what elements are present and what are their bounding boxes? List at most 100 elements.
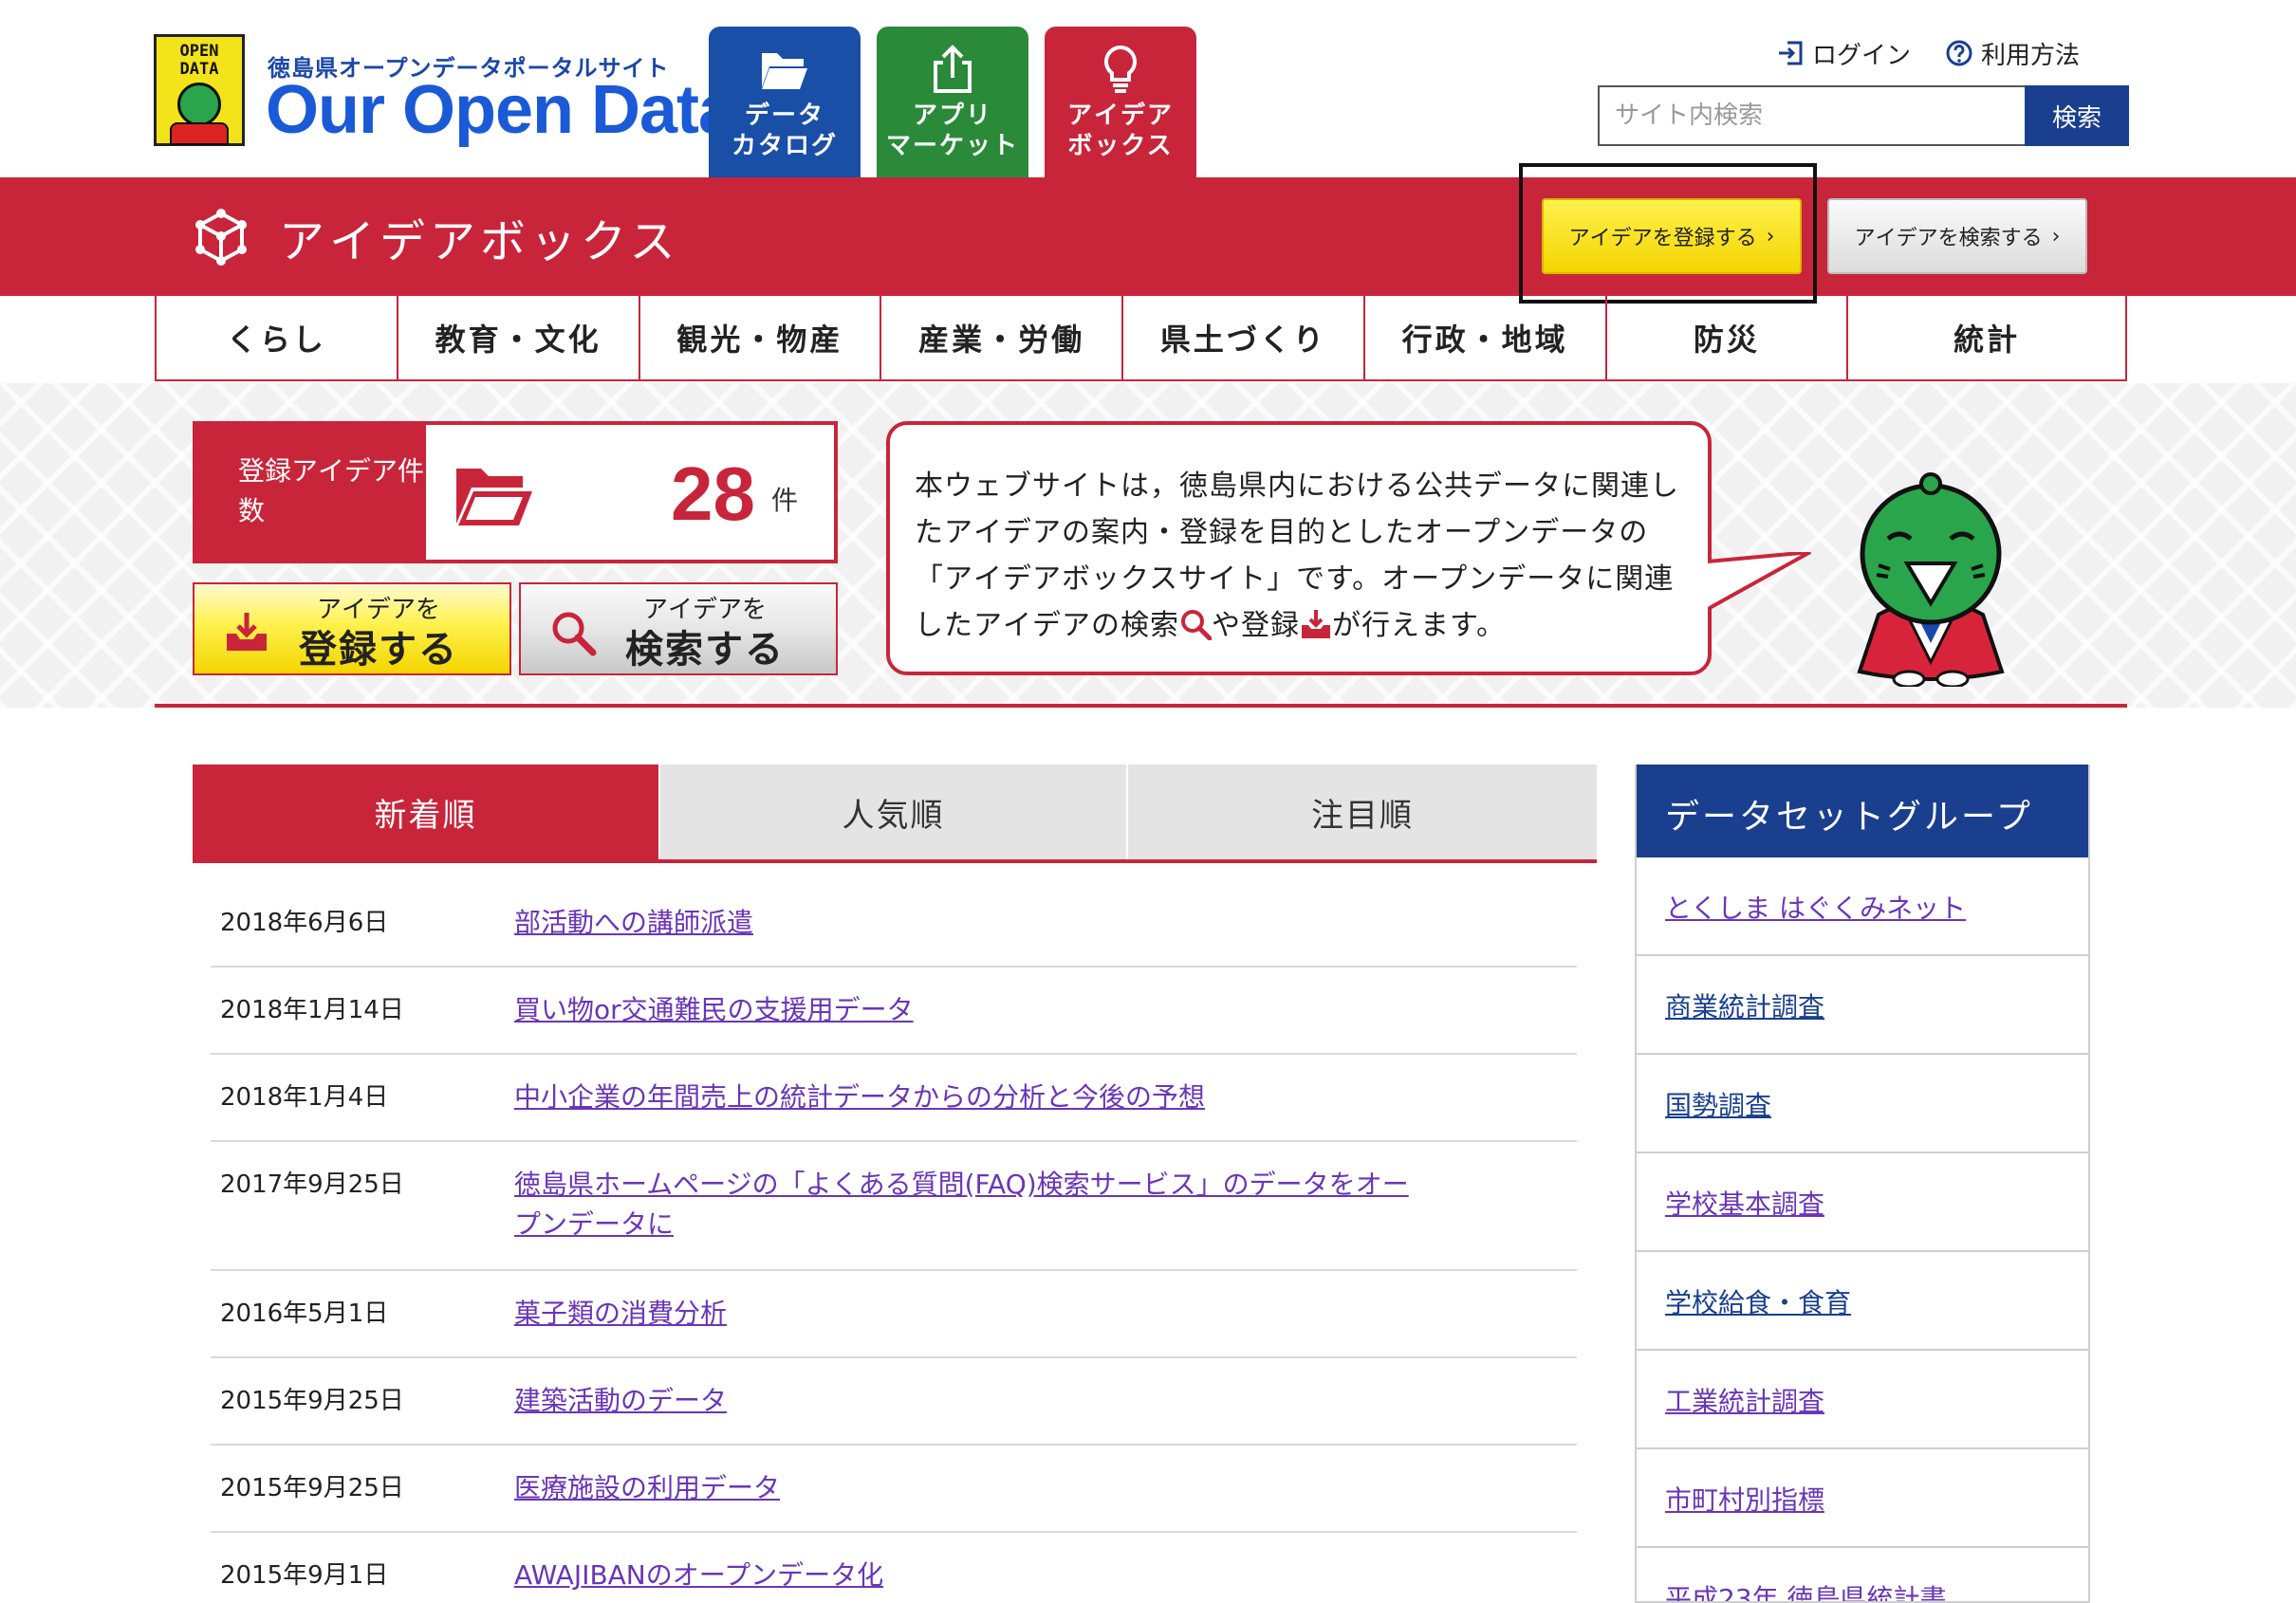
list-item: 2017年9月25日 徳島県ホームページの「よくある質問(FAQ)検索サービス」… [211, 1142, 1577, 1271]
item-link[interactable]: 建築活動のデータ [514, 1381, 1463, 1421]
site-search: 検索 [1598, 85, 2129, 146]
sidebar-item[interactable]: 商業統計調査 [1637, 956, 2088, 1055]
mascot-icon [177, 83, 221, 126]
item-link[interactable]: AWAJIBANのオープンデータ化 [514, 1556, 1463, 1595]
site-logo[interactable]: OPEN DATA 徳島県オープンデータポータルサイト Our Open Dat… [154, 34, 736, 152]
speech-bubble-tail [1708, 552, 1811, 611]
tab-newest[interactable]: 新着順 [193, 765, 660, 859]
category-tourism[interactable]: 観光・物産 [640, 296, 882, 379]
list-item: 2015年9月25日 建築活動のデータ [211, 1358, 1577, 1446]
search-idea-button[interactable]: アイデアを検索する › [1827, 198, 2087, 274]
idea-count-value: 28 [671, 451, 755, 536]
category-kurashi[interactable]: くらし [157, 296, 398, 379]
badge-text: OPEN DATA [179, 42, 219, 79]
sidebar-item-label: 国勢調査 [1665, 1090, 1772, 1121]
chevron-right-icon: › [1766, 224, 1775, 249]
intro-text-2: や登録 [1212, 609, 1300, 642]
item-date: 2018年1月14日 [220, 996, 404, 1024]
item-date: 2015年9月25日 [220, 1474, 404, 1502]
item-link[interactable]: 医療施設の利用データ [514, 1468, 1463, 1508]
login-label: ログイン [1812, 41, 1912, 70]
sidebar-item[interactable]: 工業統計調査 [1637, 1351, 2088, 1449]
category-industry[interactable]: 産業・労働 [881, 296, 1123, 379]
hero-register-big: 登録する [299, 628, 458, 672]
item-date: 2018年1月4日 [220, 1083, 389, 1112]
share-icon [934, 45, 972, 93]
sidebar-item-label: 市町村別指標 [1665, 1484, 1825, 1516]
tab-data-catalog[interactable]: データ カタログ [709, 27, 861, 177]
magnifier-icon [1181, 610, 1213, 641]
mascot-cape-icon [170, 122, 229, 145]
category-infrastructure[interactable]: 県土づくり [1123, 296, 1365, 379]
item-date: 2016年5月1日 [220, 1299, 389, 1328]
sidebar-item-label: 学校基本調査 [1665, 1188, 1825, 1220]
hero-register-button[interactable]: アイデアを 登録する [193, 582, 511, 675]
tab-featured[interactable]: 注目順 [1128, 765, 1597, 859]
category-education[interactable]: 教育・文化 [398, 296, 640, 379]
list-item: 2016年5月1日 菓子類の消費分析 [211, 1271, 1577, 1358]
page-title: アイデアボックス [190, 204, 680, 270]
search-idea-label: アイデアを検索する [1854, 227, 2043, 250]
list-item: 2015年9月1日 AWAJIBANのオープンデータ化 [211, 1533, 1577, 1603]
item-link[interactable]: 部活動への講師派遣 [514, 903, 1463, 943]
list-item: 2018年1月4日 中小企業の年間売上の統計データからの分析と今後の予想 [211, 1055, 1577, 1142]
item-link[interactable]: 買い物or交通難民の支援用データ [514, 990, 1463, 1030]
logo-title: Our Open Data [266, 72, 736, 148]
item-date: 2015年9月1日 [220, 1561, 389, 1590]
sidebar-item-label: 商業統計調査 [1665, 991, 1825, 1023]
dataset-group-sidebar: データセットグループ とくしま はぐくみネット 商業統計調査 国勢調査 学校基本… [1635, 765, 2090, 1603]
page-title-text: アイデアボックス [279, 215, 680, 268]
section-band: アイデアボックス アイデアを登録する › アイデアを検索する › [0, 163, 2296, 304]
idea-count-unit: 件 [771, 485, 799, 516]
sidebar-item-label: 工業統計調査 [1665, 1386, 1825, 1417]
tab-idea-box[interactable]: アイデア ボックス [1045, 27, 1196, 177]
cube-network-icon [195, 209, 247, 266]
item-link[interactable]: 中小企業の年間売上の統計データからの分析と今後の予想 [514, 1078, 1463, 1117]
item-date: 2017年9月25日 [220, 1170, 404, 1199]
sidebar-item[interactable]: 学校給食・食育 [1637, 1252, 2088, 1351]
help-link[interactable]: 利用方法 [1945, 36, 2080, 70]
register-idea-label: アイデアを登録する [1568, 227, 1757, 250]
tab-app-market[interactable]: アプリ マーケット [877, 27, 1028, 177]
sidebar-item-label: 学校給食・食育 [1665, 1287, 1852, 1318]
site-header: OPEN DATA 徳島県オープンデータポータルサイト Our Open Dat… [0, 0, 2296, 177]
idea-list: 2018年6月6日 部活動への講師派遣 2018年1月14日 買い物or交通難民… [211, 880, 1577, 1603]
register-idea-button[interactable]: アイデアを登録する › [1542, 198, 1802, 274]
hero-divider [155, 704, 2127, 708]
sidebar-item[interactable]: 国勢調査 [1637, 1055, 2088, 1153]
hero-search-button[interactable]: アイデアを 検索する [519, 582, 838, 675]
idea-count-panel: 登録アイデア件数 28 件 [193, 421, 838, 563]
sort-tabs: 新着順 人気順 注目順 [193, 765, 1597, 863]
item-date: 2018年6月6日 [220, 909, 389, 937]
chevron-right-icon: › [2051, 224, 2061, 249]
sidebar-title: データセットグループ [1637, 765, 2088, 857]
sidebar-item-label: とくしま はぐくみネット [1665, 893, 1967, 924]
category-disaster[interactable]: 防災 [1607, 296, 1849, 379]
tab-popular[interactable]: 人気順 [660, 765, 1128, 859]
help-label: 利用方法 [1981, 41, 2081, 70]
tab-app-market-label: アプリ マーケット [885, 101, 1019, 160]
help-icon [1946, 40, 1972, 66]
tab-idea-box-label: アイデア ボックス [1066, 101, 1174, 160]
search-button[interactable]: 検索 [2025, 85, 2129, 146]
idea-count-label: 登録アイデア件数 [196, 425, 426, 560]
sidebar-item[interactable]: 平成23年 徳島県統計書 [1637, 1548, 2088, 1601]
item-link[interactable]: 徳島県ホームページの「よくある質問(FAQ)検索サービス」のデータをオープンデー… [514, 1165, 1425, 1244]
category-administration[interactable]: 行政・地域 [1365, 296, 1607, 379]
item-link[interactable]: 菓子類の消費分析 [514, 1294, 1463, 1334]
sidebar-item[interactable]: 市町村別指標 [1637, 1449, 2088, 1548]
category-statistics[interactable]: 統計 [1848, 296, 2127, 379]
hero-search-big: 検索する [625, 628, 785, 672]
list-item: 2018年1月14日 買い物or交通難民の支援用データ [211, 967, 1577, 1055]
sidebar-item[interactable]: とくしま はぐくみネット [1637, 857, 2088, 956]
lightbulb-icon [1104, 45, 1137, 93]
login-link[interactable]: ログイン [1776, 36, 1911, 70]
sidebar-item[interactable]: 学校基本調査 [1637, 1153, 2088, 1252]
item-date: 2015年9月25日 [220, 1387, 404, 1415]
tab-data-catalog-label: データ カタログ [731, 101, 838, 160]
search-input[interactable] [1598, 85, 2025, 146]
list-item: 2015年9月25日 医療施設の利用データ [211, 1446, 1577, 1533]
login-icon [1779, 41, 1803, 65]
open-data-badge: OPEN DATA [154, 34, 245, 146]
download-tray-icon [1302, 610, 1330, 638]
